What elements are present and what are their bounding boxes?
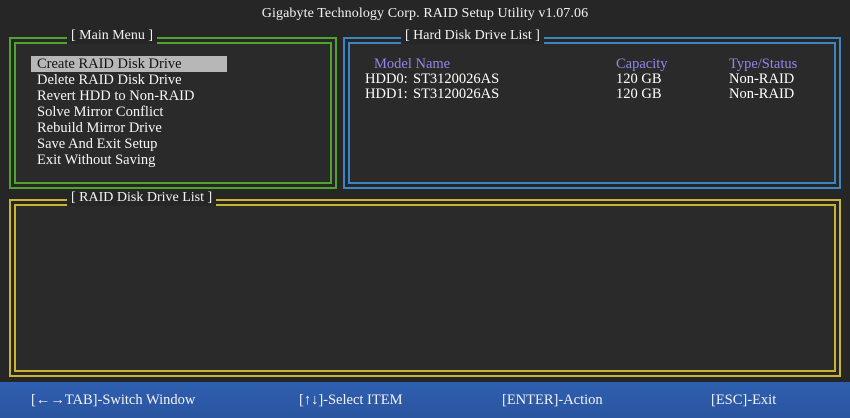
hdd-model: ST3120026AS [413, 86, 500, 102]
hdd-model: ST3120026AS [413, 71, 500, 87]
key-help-bar: [←→TAB]-Switch Window [↑↓]-Select ITEM [… [0, 382, 850, 418]
menu-item-rebuild-mirror[interactable]: Rebuild Mirror Drive [31, 120, 227, 136]
main-menu-legend: [ Main Menu ] [67, 28, 158, 44]
hdd-id: HDD0: [365, 71, 408, 87]
hint-esc-exit: [ESC]-Exit [711, 392, 777, 408]
main-menu-list: Create RAID Disk Drive Delete RAID Disk … [31, 56, 227, 168]
menu-item-exit-no-save[interactable]: Exit Without Saving [31, 152, 227, 168]
raid-utility-screen: Gigabyte Technology Corp. RAID Setup Uti… [0, 0, 850, 418]
hdd-capacity: 120 GB [616, 86, 662, 102]
hdd-capacity: 120 GB [616, 71, 662, 87]
hdd-list-legend: [ Hard Disk Drive List ] [401, 28, 544, 44]
raid-list-legend: [ RAID Disk Drive List ] [67, 190, 217, 206]
hint-select-item: [↑↓]-Select ITEM [299, 392, 403, 408]
header-model-name: Model Name [374, 56, 451, 72]
hdd-status: Non-RAID [729, 71, 795, 87]
menu-item-save-exit[interactable]: Save And Exit Setup [31, 136, 227, 152]
menu-item-revert-hdd[interactable]: Revert HDD to Non-RAID [31, 88, 227, 104]
main-menu-window[interactable]: [ Main Menu ] Create RAID Disk Drive Del… [9, 28, 337, 189]
hint-enter-action: [ENTER]-Action [502, 392, 603, 408]
raid-list-window[interactable]: [ RAID Disk Drive List ] [9, 190, 841, 377]
utility-title: Gigabyte Technology Corp. RAID Setup Uti… [261, 6, 589, 21]
hdd-id: HDD1: [365, 86, 408, 102]
header-capacity: Capacity [616, 56, 668, 72]
raid-list-inner-border [14, 204, 836, 372]
hdd-status: Non-RAID [729, 86, 795, 102]
hdd-list-window[interactable]: [ Hard Disk Drive List ] Model Name Capa… [343, 28, 841, 189]
menu-item-create-raid[interactable]: Create RAID Disk Drive [31, 56, 227, 72]
hint-switch-window: [←→TAB]-Switch Window [31, 392, 196, 408]
menu-item-delete-raid[interactable]: Delete RAID Disk Drive [31, 72, 227, 88]
menu-item-solve-mirror[interactable]: Solve Mirror Conflict [31, 104, 227, 120]
header-type-status: Type/Status [729, 56, 798, 72]
